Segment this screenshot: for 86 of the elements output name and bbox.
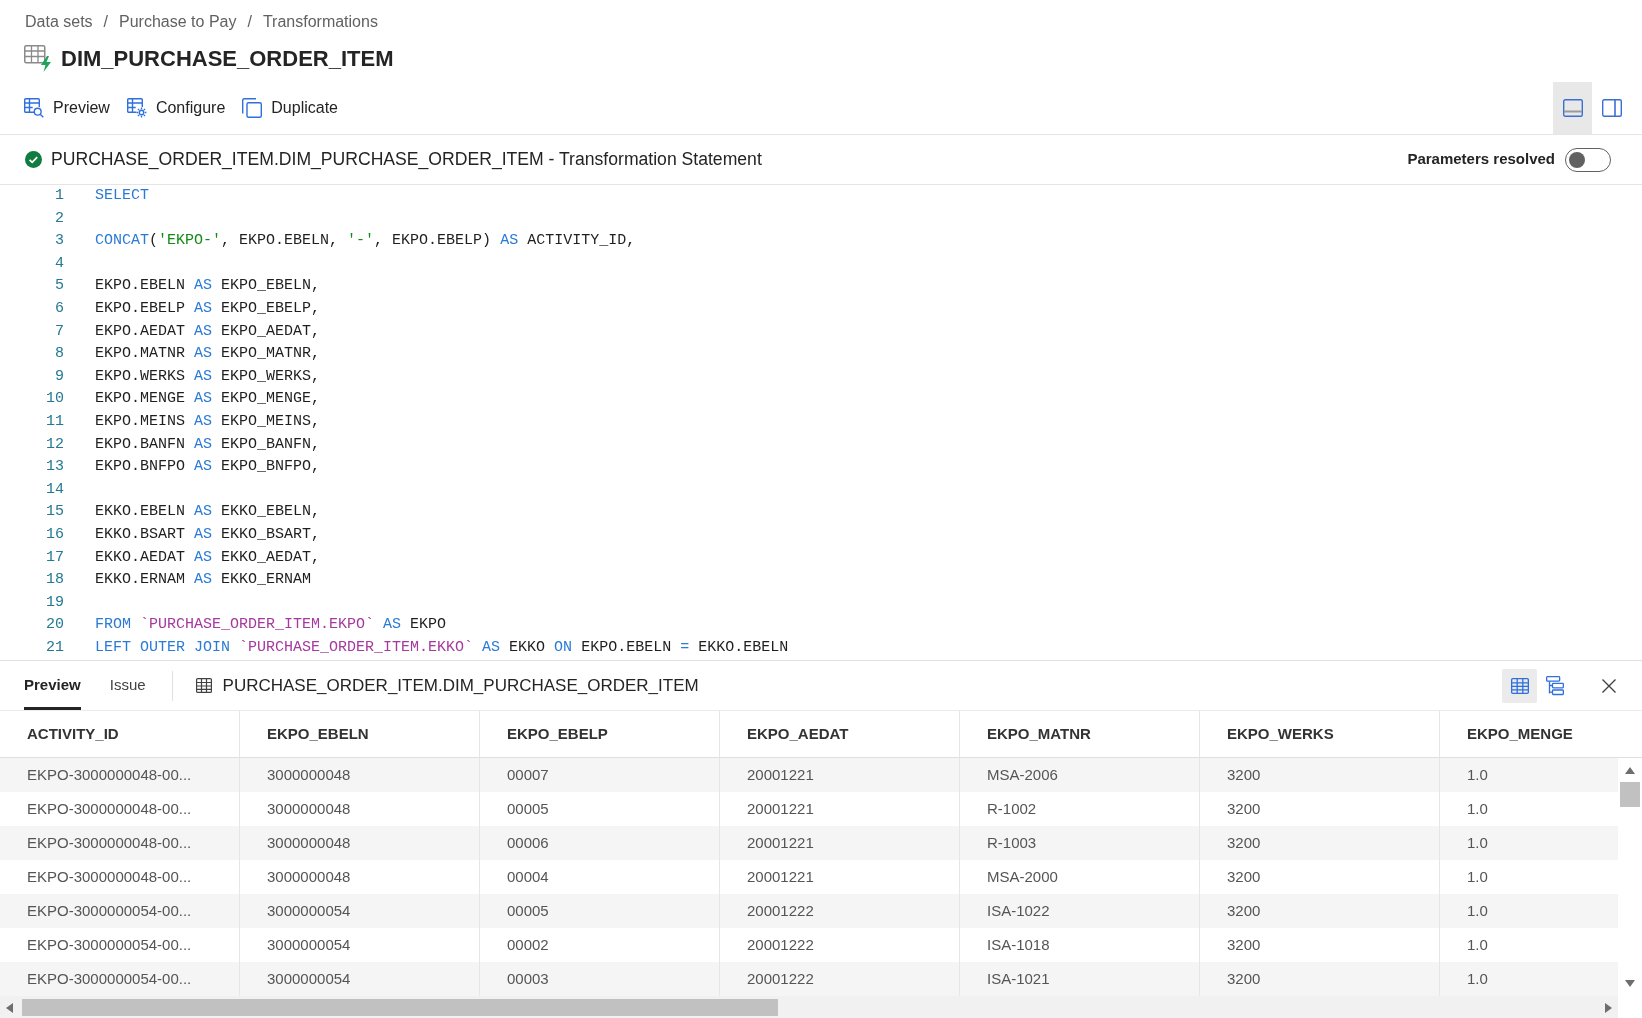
code-line: EKKO.BSART AS EKKO_BSART, [95,524,321,545]
breadcrumb-link[interactable]: Transformations [262,10,378,34]
column-header[interactable]: EKPO_MENGE [1440,711,1642,757]
table-cell-text: 1.0 [1466,934,1489,955]
scrollbar-thumb[interactable] [22,999,778,1016]
column-header[interactable]: EKPO_MATNR [960,711,1200,757]
table-cell-text: 1.0 [1466,798,1489,819]
line-number: 21 [46,637,64,658]
code-line: EKKO.ERNAM AS EKKO_ERNAM [95,570,312,591]
scroll-up-icon[interactable] [1625,767,1635,774]
table-gear-icon [126,98,147,118]
table-search-icon [24,98,44,118]
line-number: 16 [46,524,64,545]
tree-view-icon [1545,675,1564,696]
parameters-toggle[interactable] [1565,147,1611,172]
column-header[interactable]: EKPO_WERKS [1200,711,1440,757]
line-number: 8 [55,344,64,365]
table-cell-text: 1.0 [1466,832,1489,853]
close-icon [1602,678,1616,693]
scrollbar-thumb[interactable] [1620,782,1640,807]
line-number: 12 [46,434,64,455]
code-line: EKPO.MEINS AS EKPO_MEINS, [95,412,321,432]
code-line: FROM `PURCHASE_ORDER_ITEM.EKPO` AS EKPO [95,615,447,636]
code-line: EKPO.EBELN AS EKPO_EBELN, [95,276,321,297]
table-view-button[interactable] [1502,668,1537,703]
code-line: EKPO.EBELP AS EKPO_EBELP, [95,299,321,319]
duplicate-button[interactable]: Duplicate [242,93,338,123]
line-number: 9 [55,366,64,387]
preview-button[interactable]: Preview [24,93,110,123]
column-header[interactable]: EKPO_AEDAT [720,711,960,757]
scroll-left-icon[interactable] [6,1002,13,1013]
code-line: EKKO.AEDAT AS EKKO_AEDAT, [95,547,321,568]
line-number: 11 [46,412,64,432]
code-line: EKPO.AEDAT AS EKPO_AEDAT, [95,321,321,342]
code-line: EKPO.WERKS AS EKPO_WERKS, [95,366,321,387]
table-cell-text: 1.0 [1466,900,1489,921]
line-number: 18 [46,570,64,591]
bottom-panel-button[interactable] [1553,82,1592,134]
page-title: DIM_PURCHASE_ORDER_ITEM [61,44,394,73]
preview-title: PURCHASE_ORDER_ITEM.DIM_PURCHASE_ORDER_ITEM [222,674,699,697]
code-line: EKPO.MENGE AS EKPO_MENGE, [95,389,321,410]
breadcrumb-separator: / [247,12,252,32]
table-bolt-icon [24,44,52,72]
panel-bottom-icon [1562,99,1583,117]
tab[interactable]: Issue [109,661,146,710]
statement-title: PURCHASE_ORDER_ITEM.DIM_PURCHASE_ORDER_ITEM - Transformation Statement [51,148,762,172]
line-number: 17 [46,547,64,568]
line-number: 6 [55,299,64,319]
code-line: EKPO.BNFPO AS EKPO_BNFPO, [95,457,321,478]
line-number: 20 [46,615,64,636]
line-number: 4 [55,253,64,274]
column-header[interactable]: ACTIVITY_ID [0,711,240,757]
table-cell-text: 1.0 [1466,866,1489,887]
line-number: 19 [46,592,64,613]
table-cell-text: 1.0 [1466,968,1489,989]
table-cell-text: 1.0 [1466,764,1489,785]
line-number: 7 [55,321,64,342]
scroll-right-icon[interactable] [1605,1002,1612,1013]
scroll-down-icon[interactable] [1625,980,1635,987]
code-line: EKKO.EBELN AS EKKO_EBELN, [95,502,321,523]
line-number: 10 [46,389,64,410]
table-icon [1510,677,1529,694]
line-number: 15 [46,502,64,523]
line-number: 1 [55,186,64,207]
line-number: 14 [46,479,64,500]
line-number: 5 [55,276,64,297]
tab[interactable]: Preview [24,661,81,710]
column-header[interactable]: EKPO_EBELP [480,711,720,757]
code-line: EKPO.MATNR AS EKPO_MATNR, [95,344,321,365]
code-line: CONCAT('EKPO-', EKPO.EBELN, '-', EKPO.EBELP) AS ACTIVITY_ID, [95,231,636,252]
code-line: EKPO.BANFN AS EKPO_BANFN, [95,434,321,455]
line-number: 3 [55,231,64,252]
horizontal-scrollbar[interactable] [0,996,1618,1018]
toggle-label: Parameters resolved [1407,149,1555,170]
code-line: SELECT [95,186,149,207]
breadcrumb-separator: / [103,12,109,32]
line-number: 13 [46,457,64,478]
table-icon [195,678,212,693]
breadcrumb-link[interactable]: Purchase to Pay [119,10,237,34]
copy-icon [242,98,263,118]
line-number: 2 [55,208,64,229]
configure-button[interactable]: Configure [126,93,226,123]
panel-right-icon [1601,99,1622,117]
code-line: LEFT OUTER JOIN `PURCHASE_ORDER_ITEM.EKKO` AS EKKO ON EKPO.EBELN = EKKO.EBELN [95,637,789,658]
column-header[interactable]: EKPO_EBELN [240,711,480,757]
breadcrumb-link[interactable]: Data sets [25,10,93,34]
